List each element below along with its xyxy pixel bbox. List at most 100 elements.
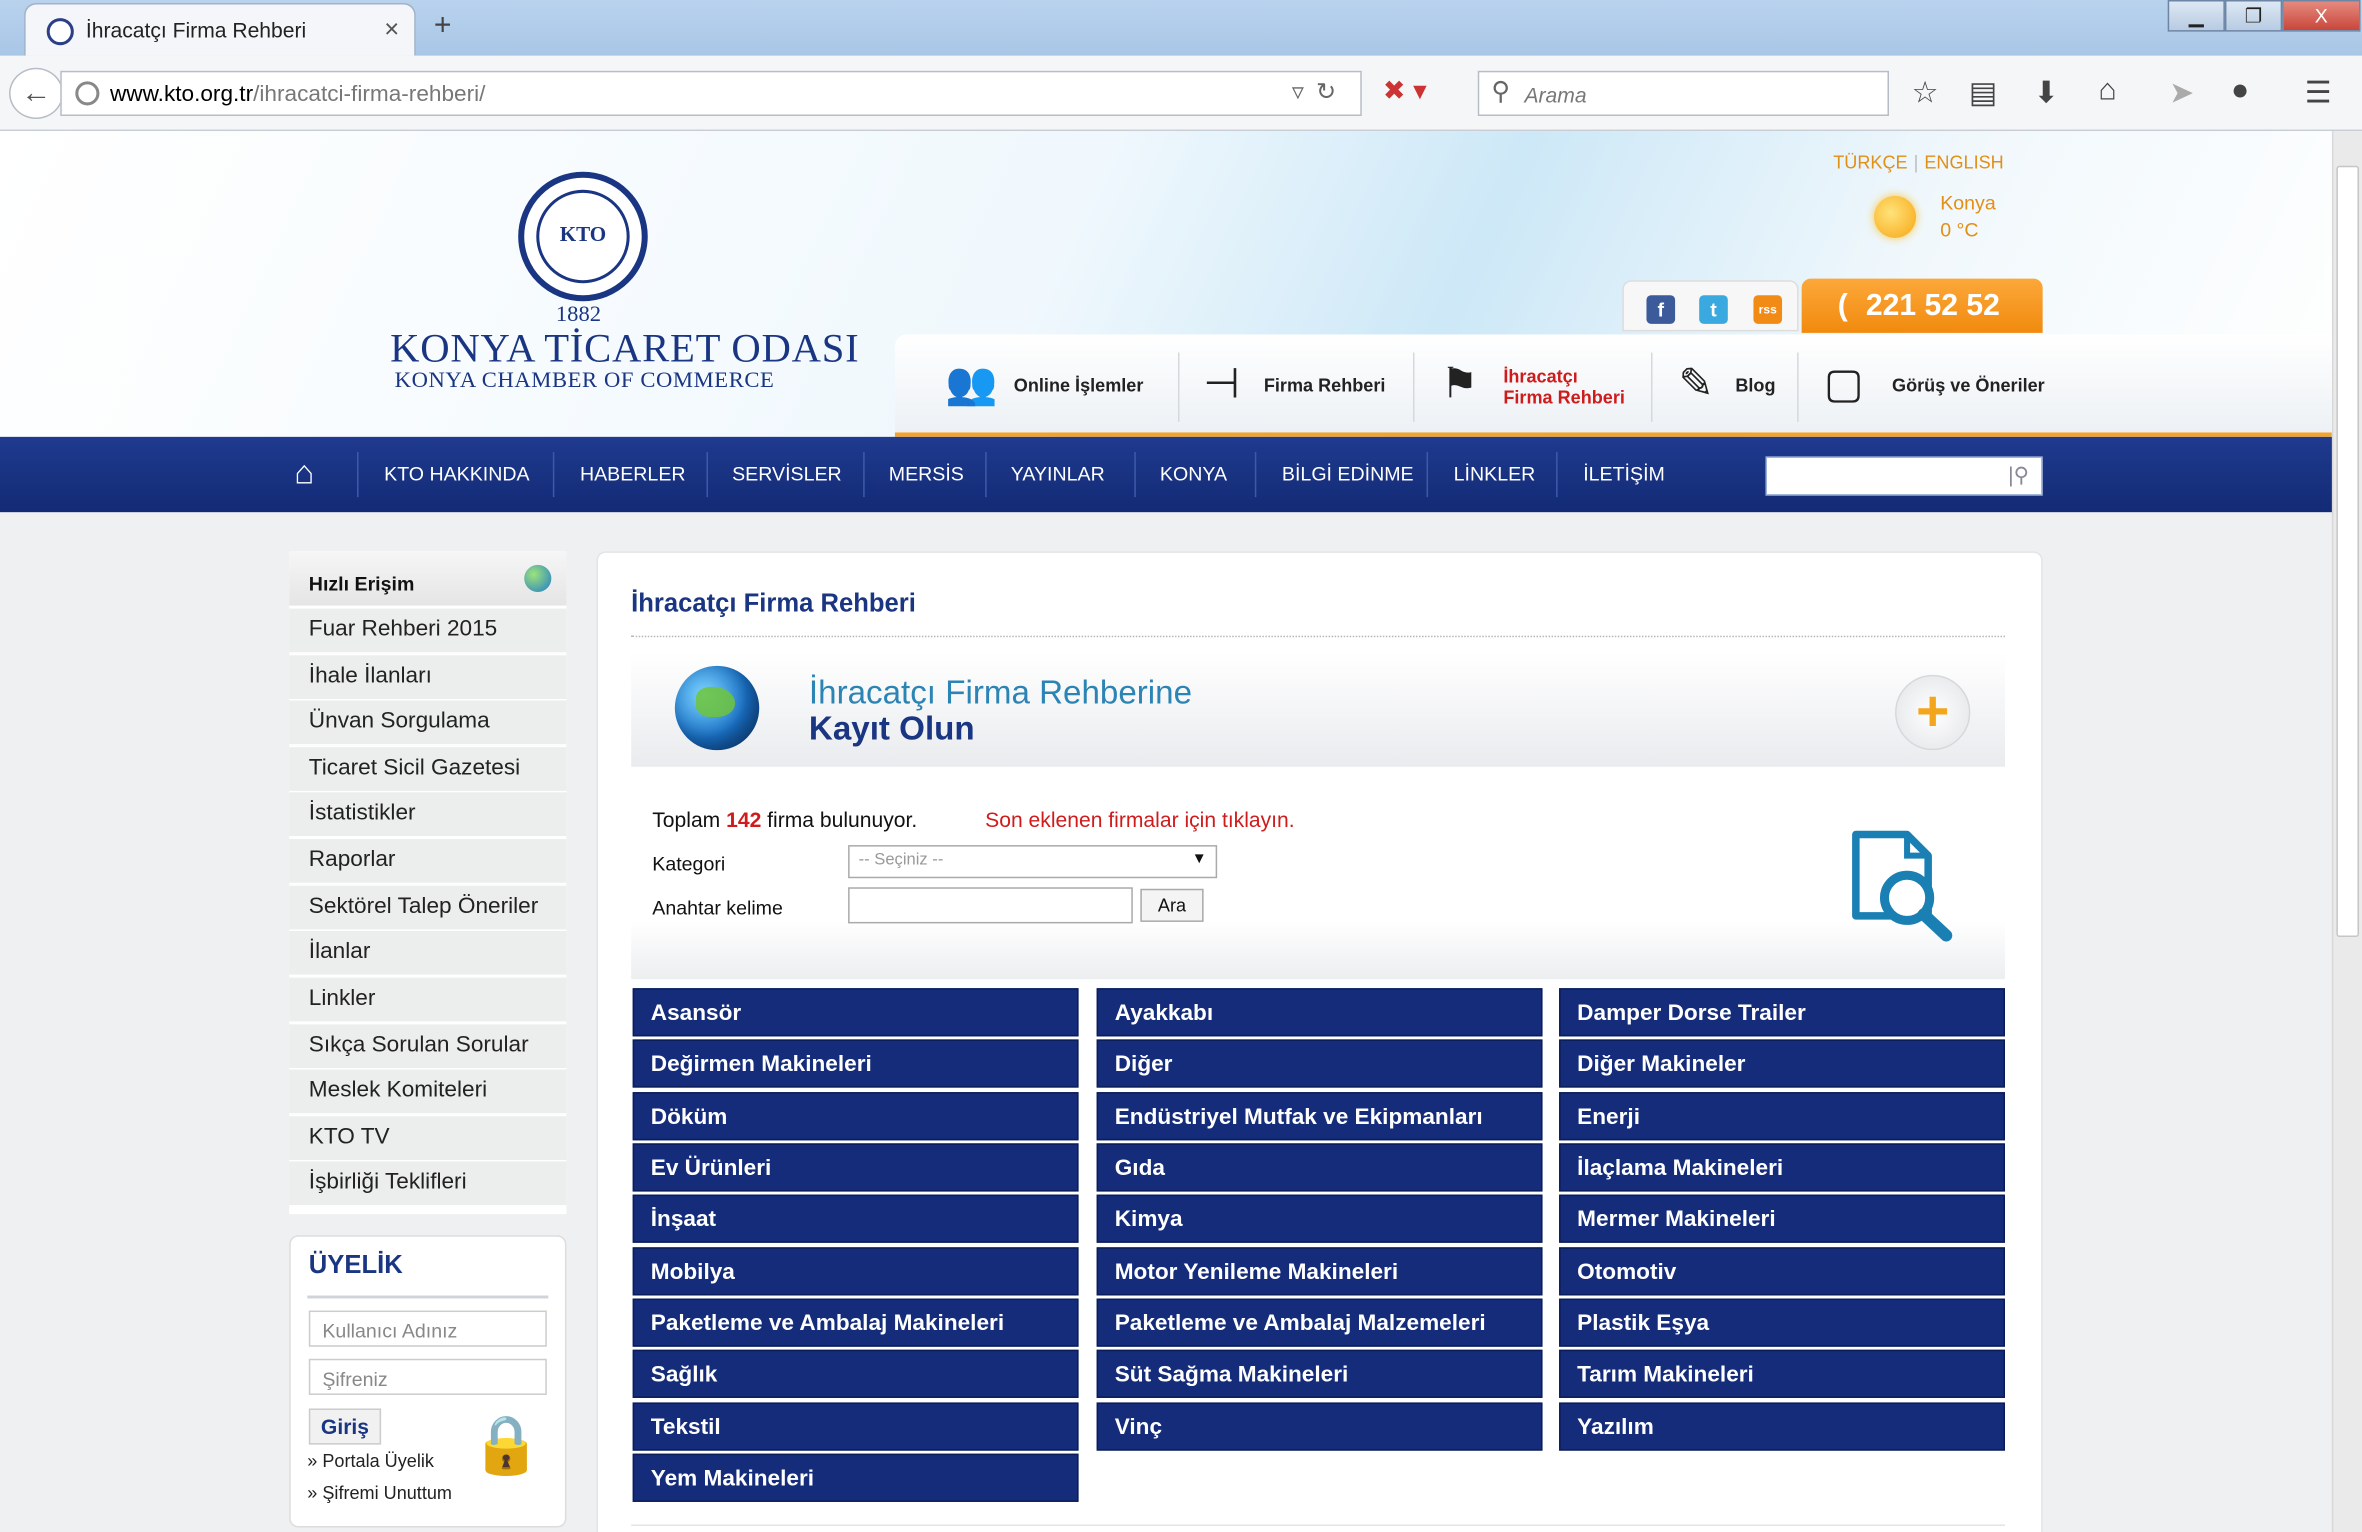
sidebar-item[interactable]: Linkler <box>289 977 567 1023</box>
category-button[interactable]: Enerji <box>1559 1091 2005 1140</box>
category-button[interactable]: Paketleme ve Ambalaj Malzemeleri <box>1096 1298 1543 1347</box>
lang-tr-link[interactable]: TÜRKÇE <box>1833 152 1907 173</box>
sidebar-item[interactable]: Raporlar <box>289 839 567 885</box>
category-button[interactable]: İnşaat <box>632 1195 1079 1244</box>
logo-name-en: KONYA CHAMBER OF COMMERCE <box>394 369 775 394</box>
facebook-icon[interactable]: f <box>1646 295 1676 324</box>
nav-yayinlar[interactable]: YAYINLAR <box>1011 437 1105 512</box>
window-close-button[interactable]: X <box>2282 0 2361 32</box>
password-field[interactable]: Şifreniz <box>308 1358 547 1395</box>
search-button[interactable]: Ara <box>1140 888 1204 922</box>
category-button[interactable]: Döküm <box>632 1091 1079 1140</box>
minimize-button[interactable]: ▁ <box>2167 0 2225 32</box>
nav-mersis[interactable]: MERSİS <box>889 437 964 512</box>
quick-online-islemler[interactable]: 👥 Online İşlemler <box>943 349 1169 424</box>
category-button[interactable]: Sağlık <box>632 1350 1079 1399</box>
keyword-label: Anahtar kelime <box>652 896 783 919</box>
category-button[interactable]: Yazılım <box>1559 1401 2005 1451</box>
sidebar-item[interactable]: Ticaret Sicil Gazetesi <box>289 747 567 793</box>
lang-en-link[interactable]: ENGLISH <box>1924 152 2003 173</box>
nav-konya[interactable]: KONYA <box>1160 437 1227 512</box>
forgot-password-link[interactable]: » Şifremi Unuttum <box>307 1482 452 1503</box>
page-title: İhracatçı Firma Rehberi <box>631 588 916 618</box>
chat-icon[interactable]: ● <box>2231 74 2249 109</box>
twitter-icon[interactable]: t <box>1699 295 1728 324</box>
sidebar-item[interactable]: İhale İlanları <box>289 655 567 701</box>
category-button[interactable]: Asansör <box>632 988 1079 1037</box>
nav-haberler[interactable]: HABERLER <box>580 437 686 512</box>
noscript-icon[interactable]: ✖ ▾ <box>1383 75 1427 107</box>
nav-bilgi-edinme[interactable]: BİLGİ EDİNME <box>1282 437 1414 512</box>
category-button[interactable]: Ev Ürünleri <box>632 1143 1079 1192</box>
nav-iletisim[interactable]: İLETİŞİM <box>1583 437 1665 512</box>
new-tab-button[interactable]: + <box>434 9 452 44</box>
plus-icon[interactable]: + <box>1895 674 1971 751</box>
category-button[interactable]: Yem Makineleri <box>632 1453 1079 1502</box>
username-field[interactable]: Kullanıcı Adınız <box>308 1310 547 1347</box>
browser-search-bar[interactable]: ⚲ Arama <box>1477 70 1890 116</box>
home-nav-icon[interactable]: ⌂ <box>252 437 357 512</box>
maximize-button[interactable]: ❐ <box>2224 0 2283 32</box>
tab-close-icon[interactable]: × <box>384 15 399 45</box>
category-button[interactable]: Süt Sağma Makineleri <box>1096 1350 1543 1399</box>
nav-servisler[interactable]: SERVİSLER <box>732 437 842 512</box>
category-button[interactable]: Değirmen Makineleri <box>632 1039 1079 1089</box>
sidebar-item[interactable]: Sıkça Sorulan Sorular <box>289 1024 567 1070</box>
rss-icon[interactable]: rss <box>1753 295 1783 324</box>
quick-blog[interactable]: ✎ Blog <box>1668 349 1789 424</box>
menu-icon[interactable]: ☰ <box>2305 74 2332 112</box>
keyword-input[interactable] <box>848 887 1133 924</box>
category-button[interactable]: Tekstil <box>632 1401 1079 1451</box>
login-button[interactable]: Giriş <box>308 1408 382 1445</box>
back-arrow-icon: ← <box>21 76 52 110</box>
kto-logo[interactable]: KTO <box>518 171 648 302</box>
category-button[interactable]: Ayakkabı <box>1096 988 1543 1037</box>
quick-firma-rehberi[interactable]: ⊣ Firma Rehberi <box>1193 349 1404 424</box>
sidebar-item[interactable]: Meslek Komiteleri <box>289 1069 567 1115</box>
category-button[interactable]: Mermer Makineleri <box>1559 1195 2005 1244</box>
url-bar[interactable]: www.kto.org.tr/ihracatci-firma-rehberi/ … <box>60 70 1362 116</box>
home-icon[interactable]: ⌂ <box>2098 74 2116 109</box>
quick-gorus-ve-oneriler[interactable]: ▢ Görüş ve Öneriler <box>1815 349 2071 424</box>
quick-ihracatci-firma-rehberi[interactable]: ⚑ İhracatçı Firma Rehberi <box>1431 349 1642 424</box>
weather: Konya 0 °C <box>1940 190 1996 244</box>
back-button[interactable]: ← <box>9 67 64 120</box>
sidebar-item[interactable]: Sektörel Talep Öneriler <box>289 885 567 931</box>
bookmark-star-icon[interactable]: ☆ <box>1912 74 1939 112</box>
category-button[interactable]: Endüstriyel Mutfak ve Ekipmanları <box>1096 1091 1543 1140</box>
site-search-input[interactable]: |⚲ <box>1765 456 2043 496</box>
category-button[interactable]: Diğer Makineler <box>1559 1039 2005 1089</box>
category-button[interactable]: Paketleme ve Ambalaj Makineleri <box>632 1298 1079 1347</box>
category-select[interactable]: -- Seçiniz -- ▼ <box>848 845 1218 879</box>
category-button[interactable]: Damper Dorse Trailer <box>1559 988 2005 1037</box>
people-icon: 👥 <box>945 360 998 407</box>
browser-tab[interactable]: İhracatçı Firma Rehberi × <box>24 3 416 56</box>
sidebar-item[interactable]: İlanlar <box>289 930 567 977</box>
nav-kto-hakkinda[interactable]: KTO HAKKINDA <box>384 437 529 512</box>
bookmarks-list-icon[interactable]: ▤ <box>1969 74 1997 112</box>
portal-membership-link[interactable]: » Portala Üyelik <box>307 1451 434 1472</box>
category-button[interactable]: Vinç <box>1096 1401 1543 1451</box>
category-button[interactable]: Mobilya <box>632 1246 1079 1295</box>
category-button[interactable]: İlaçlama Makineleri <box>1559 1143 2005 1192</box>
latest-firms-link[interactable]: Son eklenen firmalar için tıklayın. <box>985 807 1294 831</box>
sidebar-item[interactable]: Fuar Rehberi 2015 <box>289 608 567 654</box>
sidebar-item[interactable]: İstatistikler <box>289 792 567 838</box>
phone-badge[interactable]: (221 52 52 <box>1801 278 2043 333</box>
search-icon[interactable]: |⚲ <box>2008 462 2029 488</box>
download-icon[interactable]: ⬇ <box>2034 74 2059 112</box>
reload-icon[interactable]: ▿↻ <box>1292 77 1348 107</box>
sidebar-item[interactable]: İşbirliği Teklifleri <box>289 1161 567 1207</box>
nav-linkler[interactable]: LİNKLER <box>1454 437 1536 512</box>
category-button[interactable]: Gıda <box>1096 1143 1543 1192</box>
category-button[interactable]: Kimya <box>1096 1195 1543 1244</box>
scrollbar-thumb[interactable] <box>2336 165 2359 937</box>
send-icon[interactable]: ➤ <box>2169 74 2194 112</box>
category-button[interactable]: Motor Yenileme Makineleri <box>1096 1246 1543 1295</box>
category-button[interactable]: Otomotiv <box>1559 1246 2005 1295</box>
category-button[interactable]: Tarım Makineleri <box>1559 1350 2005 1399</box>
category-button[interactable]: Diğer <box>1096 1039 1543 1089</box>
sidebar-item[interactable]: KTO TV <box>289 1116 567 1162</box>
category-button[interactable]: Plastik Eşya <box>1559 1298 2005 1347</box>
sidebar-item[interactable]: Ünvan Sorgulama <box>289 700 567 746</box>
